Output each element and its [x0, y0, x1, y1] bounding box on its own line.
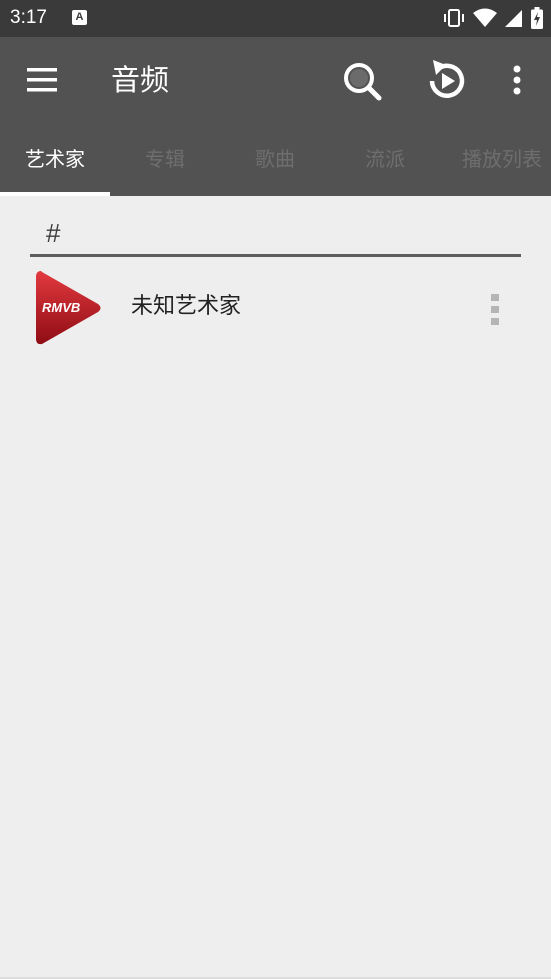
more-vert-icon[interactable] [505, 63, 529, 97]
wifi-icon [473, 8, 497, 27]
list-item[interactable]: RMVB 未知艺术家 [0, 262, 551, 356]
tab-albums[interactable]: 专辑 [110, 123, 220, 196]
status-icons [443, 6, 543, 30]
active-tab-indicator [0, 192, 110, 196]
tab-genres[interactable]: 流派 [330, 123, 440, 196]
item-more-icon[interactable] [488, 292, 502, 326]
tab-bar: 艺术家 专辑 歌曲 流派 播放列表 [0, 123, 551, 196]
tab-playlists[interactable]: 播放列表 [447, 123, 551, 196]
battery-charging-icon [531, 7, 543, 29]
section-label: # [46, 218, 61, 248]
tab-songs[interactable]: 歌曲 [220, 123, 330, 196]
artist-name: 未知艺术家 [131, 294, 242, 319]
status-time: 3:17 [10, 7, 47, 28]
thumb-label: RMVB [42, 300, 80, 315]
notification-icon: A [72, 10, 87, 25]
vibrate-icon [444, 9, 464, 27]
status-bar: 3:17 A [0, 0, 551, 37]
replay-icon[interactable] [424, 57, 470, 103]
page-title: 音频 [111, 63, 170, 97]
search-icon[interactable] [340, 59, 384, 103]
tab-artists[interactable]: 艺术家 [0, 123, 110, 196]
artist-thumbnail: RMVB [36, 271, 101, 345]
hamburger-menu-icon[interactable] [27, 67, 59, 93]
section-header: # [30, 212, 521, 257]
app-bar: 音频 [0, 37, 551, 123]
cell-signal-icon [505, 10, 522, 27]
